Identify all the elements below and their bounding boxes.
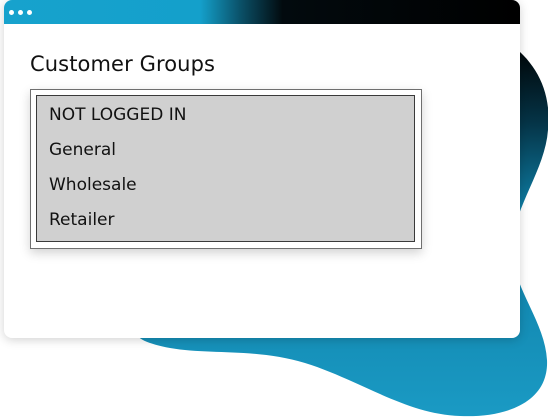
option-general[interactable]: General: [49, 140, 116, 160]
listbox-options-panel[interactable]: NOT LOGGED IN General Wholesale Retailer: [36, 95, 415, 242]
window-dot-icon: [9, 10, 14, 15]
window-titlebar: [4, 0, 520, 24]
customer-groups-label: Customer Groups: [30, 52, 216, 76]
window-dot-icon: [27, 10, 32, 15]
customer-groups-listbox[interactable]: NOT LOGGED IN General Wholesale Retailer: [30, 89, 422, 249]
stage: Customer Groups NOT LOGGED IN General Wh…: [0, 0, 548, 418]
option-retailer[interactable]: Retailer: [49, 210, 115, 230]
window-dot-icon: [18, 10, 23, 15]
app-window: Customer Groups NOT LOGGED IN General Wh…: [4, 0, 520, 338]
option-not-logged-in[interactable]: NOT LOGGED IN: [49, 105, 186, 125]
option-wholesale[interactable]: Wholesale: [49, 175, 137, 195]
